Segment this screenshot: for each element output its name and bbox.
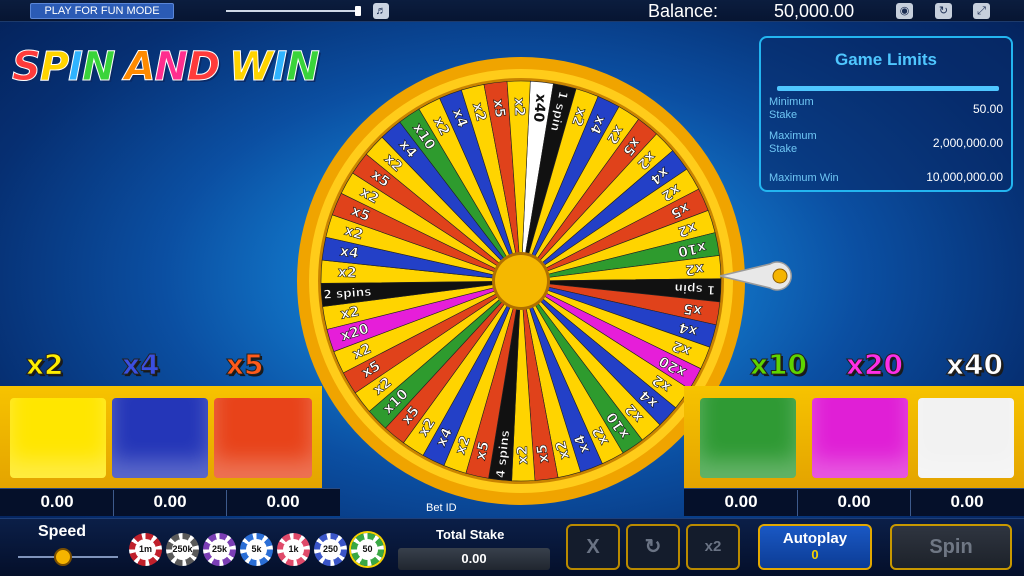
clear-bets-button[interactable]: X — [566, 524, 620, 570]
logo-word: AND — [124, 44, 221, 91]
bet-x40-value: 0.00 — [950, 492, 984, 511]
bet-box-x4[interactable] — [112, 398, 208, 478]
double-bet-label: x2 — [704, 538, 722, 555]
wheel-segment-label: x2 — [511, 98, 527, 117]
refresh-icon[interactable]: ↻ — [935, 3, 952, 19]
bet-value-divider — [797, 490, 798, 516]
chip-label: 250 — [320, 539, 341, 560]
logo-letter: A — [124, 44, 156, 91]
bet-x4-value: 0.00 — [153, 492, 187, 511]
logo-letter: N — [154, 44, 189, 91]
bet-id-label: Bet ID — [426, 502, 457, 514]
chip-label: 250k — [172, 539, 193, 560]
total-stake-label: Total Stake — [436, 527, 505, 542]
minimum-stake-label: Minimum Stake — [769, 96, 814, 121]
prize-wheel-graphic: x40 1 spinx2x4x2x5x2x4x2x5x2x10x21 spinx5… — [297, 57, 745, 505]
maximum-win-value: 10,000,000.00 — [926, 170, 1003, 184]
eye-icon[interactable]: ◉ — [896, 3, 913, 19]
bet-x5-multiplier: x5 — [226, 348, 265, 382]
bet-x20-multiplier: x20 — [845, 348, 904, 382]
game-limits-title: Game Limits — [834, 50, 938, 69]
bet-box-x20[interactable] — [812, 398, 908, 478]
wheel-segment-label: x5 — [490, 98, 508, 119]
chip-label: 25k — [209, 539, 230, 560]
bet-box-x5[interactable] — [214, 398, 312, 478]
bet-x5-value: 0.00 — [266, 492, 300, 511]
chip-1m[interactable]: 1m — [129, 533, 162, 566]
bet-box-x10[interactable] — [700, 398, 796, 478]
wheel-hub — [495, 255, 547, 307]
logo-word: SPIN — [12, 44, 117, 91]
bet-x40-multiplier: x40 — [945, 348, 1004, 382]
bet-x20-value: 0.00 — [837, 492, 871, 511]
chip-label: 50 — [357, 539, 378, 560]
maximum-stake-label: Maximum Stake — [769, 130, 817, 155]
logo-letter: I — [68, 44, 84, 91]
bet-box-x2[interactable] — [10, 398, 106, 478]
wheel-segment-label: x5 — [534, 443, 552, 464]
logo-letter: D — [186, 44, 220, 91]
wheel-segment-label: x5 — [682, 300, 703, 319]
chip-label: 1k — [283, 539, 304, 560]
logo-letter: P — [39, 44, 69, 91]
bet-value-divider — [226, 490, 227, 516]
repeat-icon: ↻ — [644, 536, 662, 558]
total-stake-value: 0.00 — [398, 548, 550, 570]
logo-letter: W — [229, 44, 274, 91]
bet-x2-multiplier: x2 — [26, 348, 65, 382]
chip-50[interactable]: 50 — [351, 533, 384, 566]
wheel-segment-label: x2 — [337, 264, 357, 281]
chip-250[interactable]: 250 — [314, 533, 347, 566]
bet-x10-multiplier: x10 — [749, 348, 808, 382]
double-bet-button[interactable]: x2 — [686, 524, 740, 570]
bet-value-divider — [113, 490, 114, 516]
volume-slider-handle[interactable] — [355, 6, 361, 16]
wheel-segment-label: x40 — [530, 93, 549, 123]
wheel-segment-label: x2 — [515, 446, 531, 465]
bet-box-x40[interactable] — [918, 398, 1014, 478]
chip-5k[interactable]: 5k — [240, 533, 273, 566]
speed-slider-handle[interactable] — [54, 548, 72, 566]
bet-x10-value: 0.00 — [724, 492, 758, 511]
wheel-segment-label: 1 spin — [674, 281, 716, 297]
wheel-segment-label: x2 — [339, 304, 360, 323]
balance-label: Balance: — [648, 1, 719, 21]
maximum-stake-value: 2,000,000.00 — [932, 136, 1003, 150]
autoplay-count: 0 — [811, 547, 819, 562]
bet-x2-value: 0.00 — [40, 492, 74, 511]
autoplay-label: Autoplay — [782, 530, 848, 547]
fullscreen-icon[interactable]: ⤢ — [973, 3, 990, 19]
logo-letter: S — [12, 44, 42, 91]
chip-25k[interactable]: 25k — [203, 533, 236, 566]
maximum-win-label: Maximum Win — [769, 172, 839, 184]
logo-letter: I — [272, 44, 288, 91]
speed-label: Speed — [38, 523, 87, 540]
repeat-bet-button[interactable]: ↻ — [626, 524, 680, 570]
chip-250k[interactable]: 250k — [166, 533, 199, 566]
logo-letter: N — [82, 44, 117, 91]
prize-wheel: x40 1 spin x2 x4 x2 x5 x2 x4 x2 x5 x2 x10 x2 1 spin x5… — [296, 56, 746, 506]
volume-slider[interactable] — [226, 10, 358, 12]
autoplay-button[interactable]: Autoplay 0 — [758, 524, 872, 570]
wheel-segment-label: x4 — [339, 243, 360, 262]
game-limits-divider — [777, 86, 999, 91]
wheel-segment-label: x2 — [685, 260, 705, 277]
speaker-icon[interactable]: ♬ — [373, 3, 389, 19]
wheel-pointer-icon — [719, 261, 792, 291]
chip-1k[interactable]: 1k — [277, 533, 310, 566]
minimum-stake-value: 50.00 — [972, 102, 1003, 116]
bet-value-divider — [910, 490, 911, 516]
spin-button[interactable]: Spin — [890, 524, 1012, 570]
bet-x4-multiplier: x4 — [122, 348, 161, 382]
chip-label: 1m — [135, 539, 156, 560]
game-limits-panel: Game Limits Minimum Stake 50.00 Maximum … — [759, 36, 1013, 192]
balance-value: 50,000.00 — [774, 1, 855, 21]
chip-label: 5k — [246, 539, 267, 560]
spin-and-win-logo: SPIN AND WIN — [12, 44, 329, 91]
play-for-fun-badge: PLAY FOR FUN MODE — [30, 3, 174, 19]
